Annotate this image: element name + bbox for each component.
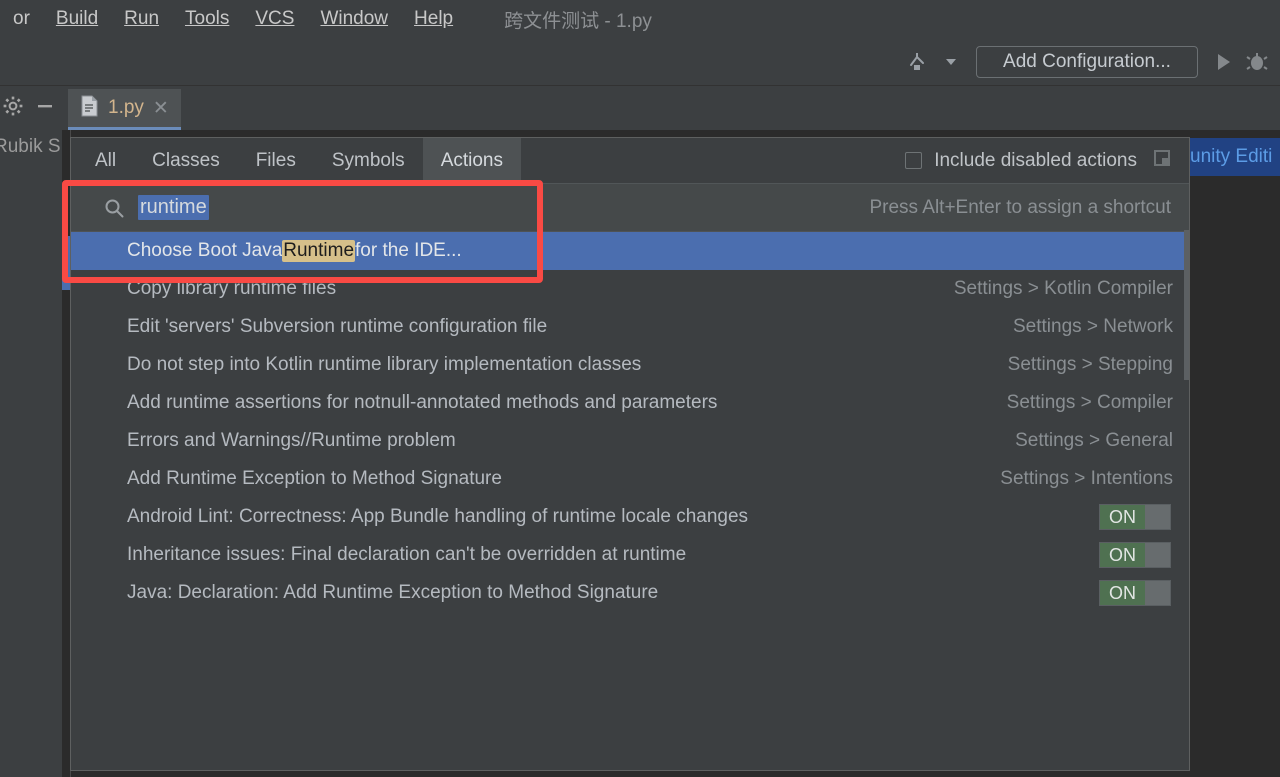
menu-item-or[interactable]: or xyxy=(0,0,43,38)
ide-window: or Build Run Tools VCS Window Help 跨文件测试… xyxy=(0,0,1280,777)
project-tool-window xyxy=(0,130,62,777)
menu-item-vcs[interactable]: VCS xyxy=(242,0,307,38)
tab-label: Files xyxy=(255,149,296,171)
result-location: Settings > General xyxy=(1015,430,1173,451)
result-row-do-not-step-into-kotlin[interactable]: Do not step into Kotlin runtime library … xyxy=(71,346,1189,384)
result-location: Settings > Kotlin Compiler xyxy=(953,278,1173,299)
tab-actions[interactable]: Actions xyxy=(422,138,521,183)
menu-label: Build xyxy=(55,8,99,29)
result-match-highlight: Runtime xyxy=(282,240,356,262)
result-row-android-lint-app-bundle[interactable]: Android Lint: Correctness: App Bundle ha… xyxy=(71,498,1189,536)
editor-tab-1py[interactable]: 1.py ✕ xyxy=(68,89,181,130)
result-location: Settings > Stepping xyxy=(1007,354,1173,375)
main-toolbar: Add Configuration... xyxy=(0,38,1280,86)
close-icon[interactable]: ✕ xyxy=(153,99,169,118)
menu-item-help[interactable]: Help xyxy=(401,0,466,38)
tab-files[interactable]: Files xyxy=(238,138,314,183)
toggle-state-label: ON xyxy=(1100,581,1145,605)
results-scrollbar-thumb[interactable] xyxy=(1184,230,1189,380)
menu-bar: or Build Run Tools VCS Window Help 跨文件测试… xyxy=(0,0,1280,38)
toggle-state-label: ON xyxy=(1100,543,1145,567)
search-everywhere-popup: All Classes Files Symbols Actions Includ… xyxy=(70,137,1190,771)
tab-label: Symbols xyxy=(331,149,405,171)
editor-tabs-band: 1.py ✕ xyxy=(0,86,1280,130)
result-text: Do not step into Kotlin runtime library … xyxy=(127,354,642,375)
result-row-edit-servers-subversion[interactable]: Edit 'servers' Subversion runtime config… xyxy=(71,308,1189,346)
tab-label: Actions xyxy=(440,149,503,171)
menu-item-run[interactable]: Run xyxy=(111,0,172,38)
result-row-copy-library-runtime-files[interactable]: Copy library runtime files Settings > Ko… xyxy=(71,270,1189,308)
search-everywhere-tabs: All Classes Files Symbols Actions Includ… xyxy=(71,138,1189,184)
result-text: Java: Declaration: Add Runtime Exception… xyxy=(127,582,659,603)
minimize-icon[interactable] xyxy=(34,95,56,122)
result-location: Settings > Network xyxy=(1013,316,1173,337)
search-input[interactable]: runtime xyxy=(138,195,209,220)
run-icon[interactable] xyxy=(1206,45,1240,79)
result-row-errors-and-warnings[interactable]: Errors and Warnings//Runtime problem Set… xyxy=(71,422,1189,460)
tab-all[interactable]: All xyxy=(71,138,134,183)
python-file-icon xyxy=(80,95,99,122)
result-text: Add Runtime Exception to Method Signatur… xyxy=(127,468,502,489)
editor-background-text: unity Editi xyxy=(1190,138,1280,176)
window-title: 跨文件测试 - 1.py xyxy=(504,10,652,32)
project-scrollbar-thumb[interactable] xyxy=(62,236,70,290)
build-icon[interactable] xyxy=(900,45,934,79)
include-disabled-actions-checkbox[interactable]: Include disabled actions xyxy=(905,150,1137,172)
add-configuration-button[interactable]: Add Configuration... xyxy=(976,45,1198,78)
include-disabled-actions-label: Include disabled actions xyxy=(934,149,1137,171)
search-input-row[interactable]: runtime Press Alt+Enter to assign a shor… xyxy=(71,184,1189,232)
menu-label: Help xyxy=(414,8,454,29)
menu-item-build[interactable]: Build xyxy=(43,0,111,38)
search-icon xyxy=(103,197,125,219)
add-configuration-label: Add Configuration... xyxy=(1003,50,1171,72)
editor-tab-label: 1.py xyxy=(108,97,144,118)
tab-label: All xyxy=(95,149,117,171)
menu-label: or xyxy=(13,8,30,29)
toggle-state-label: ON xyxy=(1100,505,1145,529)
result-row-inheritance-issues[interactable]: Inheritance issues: Final declaration ca… xyxy=(71,536,1189,574)
search-results-list: Choose Boot Java Runtime for the IDE... … xyxy=(71,232,1189,612)
result-row-java-declaration-add-runtime[interactable]: Java: Declaration: Add Runtime Exception… xyxy=(71,574,1189,612)
result-text-after: for the IDE... xyxy=(355,240,462,261)
result-text: Android Lint: Correctness: App Bundle ha… xyxy=(127,506,749,527)
toggle-knob xyxy=(1145,505,1170,529)
gear-icon[interactable] xyxy=(2,95,24,122)
result-text-before: Choose Boot Java xyxy=(127,240,283,261)
tab-classes[interactable]: Classes xyxy=(134,138,238,183)
debug-icon[interactable] xyxy=(1240,45,1274,79)
result-text: Add runtime assertions for notnull-annot… xyxy=(127,392,718,413)
menu-label: Window xyxy=(320,8,389,29)
menu-label: Run xyxy=(124,8,160,29)
search-everywhere-options: Include disabled actions xyxy=(905,147,1189,174)
result-row-add-runtime-assertions[interactable]: Add runtime assertions for notnull-annot… xyxy=(71,384,1189,422)
menu-label: Tools xyxy=(185,8,230,29)
result-text: Errors and Warnings//Runtime problem xyxy=(127,430,456,451)
toggle-knob xyxy=(1145,543,1170,567)
open-in-window-icon[interactable] xyxy=(1151,147,1173,174)
result-location: Settings > Compiler xyxy=(1006,392,1173,413)
result-text: Edit 'servers' Subversion runtime config… xyxy=(127,316,548,337)
project-pane-label: Rubik S xyxy=(0,136,61,157)
result-text: Copy library runtime files xyxy=(127,278,337,299)
tab-label: Classes xyxy=(152,149,220,171)
tool-window-controls xyxy=(0,86,66,130)
result-row-add-runtime-exception[interactable]: Add Runtime Exception to Method Signatur… xyxy=(71,460,1189,498)
shortcut-hint: Press Alt+Enter to assign a shortcut xyxy=(869,196,1171,218)
toggle-knob xyxy=(1145,581,1170,605)
menu-item-tools[interactable]: Tools xyxy=(172,0,242,38)
status-badge[interactable]: ON xyxy=(1099,542,1171,568)
menu-label: VCS xyxy=(255,8,295,29)
status-badge[interactable]: ON xyxy=(1099,504,1171,530)
result-location: Settings > Intentions xyxy=(1000,468,1173,489)
chevron-down-icon[interactable] xyxy=(934,45,968,79)
menu-item-window[interactable]: Window xyxy=(307,0,401,38)
result-row-choose-boot-java-runtime[interactable]: Choose Boot Java Runtime for the IDE... xyxy=(71,232,1189,270)
result-text: Inheritance issues: Final declaration ca… xyxy=(127,544,687,565)
results-scrollbar[interactable] xyxy=(1184,230,1189,770)
status-badge[interactable]: ON xyxy=(1099,580,1171,606)
tab-symbols[interactable]: Symbols xyxy=(314,138,423,183)
checkbox-box[interactable] xyxy=(905,152,923,169)
